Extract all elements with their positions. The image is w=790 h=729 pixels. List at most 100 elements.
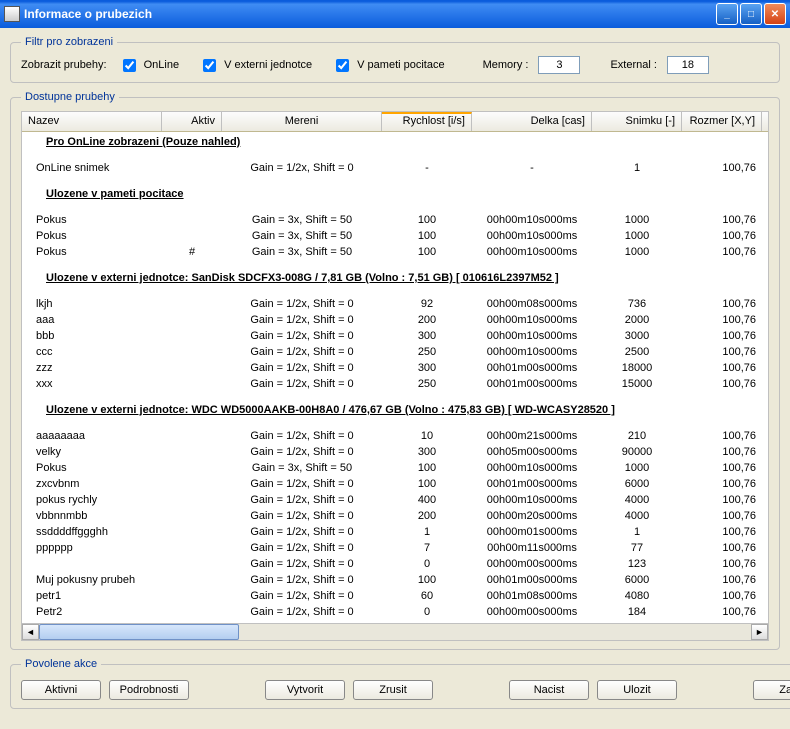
table-row[interactable]: zxcvbnmGain = 1/2x, Shift = 010000h01m00… [22,476,768,492]
cell: aaaaaaaa [22,429,162,443]
col-delka[interactable]: Delka [cas] [472,112,592,131]
cell [162,509,222,523]
table-row[interactable]: zzzGain = 1/2x, Shift = 030000h01m00s000… [22,360,768,376]
vytvorit-button[interactable]: Vytvorit [265,680,345,700]
scroll-right-icon[interactable]: ► [751,624,768,640]
cell: lkjh [22,297,162,311]
cell: 100,76 [682,541,762,555]
cell: 0 [382,605,472,619]
cell: xxx [22,377,162,391]
scroll-left-icon[interactable]: ◄ [22,624,39,640]
cell: 100 [382,461,472,475]
table-row[interactable]: velkyGain = 1/2x, Shift = 030000h05m00s0… [22,444,768,460]
col-mereni[interactable]: Mereni [222,112,382,131]
table-row[interactable]: Muj pokusny prubehGain = 1/2x, Shift = 0… [22,572,768,588]
filter-legend: Filtr pro zobrazeni [21,36,117,48]
external-field[interactable] [667,56,709,74]
col-rozmer[interactable]: Rozmer [X,Y] [682,112,762,131]
cell: 100 [382,229,472,243]
cell [162,229,222,243]
table-row[interactable]: ssddddffggghhGain = 1/2x, Shift = 0100h0… [22,524,768,540]
table-row[interactable]: petr1Gain = 1/2x, Shift = 06000h01m08s00… [22,588,768,604]
table-row[interactable]: aaaGain = 1/2x, Shift = 020000h00m10s000… [22,312,768,328]
cell: 1000 [592,213,682,227]
col-nazev[interactable]: Nazev [22,112,162,131]
table-row[interactable]: lkjhGain = 1/2x, Shift = 09200h00m08s000… [22,296,768,312]
cell [162,557,222,571]
table-row[interactable]: xxxGain = 1/2x, Shift = 025000h01m00s000… [22,376,768,392]
cell: 100,76 [682,429,762,443]
minimize-button[interactable]: _ [716,3,738,25]
table-row[interactable]: pokus rychlyGain = 1/2x, Shift = 040000h… [22,492,768,508]
cell [162,345,222,359]
col-rychlost[interactable]: Rychlost [i/s] [382,112,472,131]
table-row[interactable]: bbbGain = 1/2x, Shift = 030000h00m10s000… [22,328,768,344]
close-button[interactable]: ✕ [764,3,786,25]
maximize-button[interactable]: □ [740,3,762,25]
cell: 100,76 [682,509,762,523]
table-row[interactable]: aaaaaaaaGain = 1/2x, Shift = 01000h00m21… [22,428,768,444]
vexterni-checkbox[interactable] [203,59,216,72]
ulozit-button[interactable]: Ulozit [597,680,677,700]
zobrazit-label: Zobrazit prubehy: [21,59,107,71]
cell: 100,76 [682,477,762,491]
aktivni-button[interactable]: Aktivni [21,680,101,700]
table-row[interactable]: PokusGain = 3x, Shift = 5010000h00m10s00… [22,460,768,476]
podrobnosti-button[interactable]: Podrobnosti [109,680,189,700]
cell: Gain = 1/2x, Shift = 0 [222,161,382,175]
horizontal-scrollbar[interactable]: ◄ ► [22,623,768,640]
memory-field[interactable] [538,56,580,74]
cell: 92 [382,297,472,311]
cell: bbb [22,329,162,343]
cell: 00h00m01s000ms [472,525,592,539]
cell: 00h00m11s000ms [472,541,592,555]
cell: 00h00m10s000ms [472,213,592,227]
cell: 00h00m00s000ms [472,605,592,619]
cell: 00h00m10s000ms [472,461,592,475]
table-row[interactable]: Petr2Gain = 1/2x, Shift = 0000h00m00s000… [22,604,768,620]
vexterni-checkbox-label: V externi jednotce [224,59,312,71]
table-row[interactable]: OnLine snimekGain = 1/2x, Shift = 0--110… [22,160,768,176]
grid-body[interactable]: Pro OnLine zobrazeni (Pouze nahled) OnLin… [22,132,768,622]
cell: 00h00m10s000ms [472,313,592,327]
cell: Gain = 1/2x, Shift = 0 [222,557,382,571]
scroll-track[interactable] [39,624,751,640]
cell: 60 [382,589,472,603]
cell: 00h01m00s000ms [472,377,592,391]
cell: 300 [382,361,472,375]
cell: Pokus [22,229,162,243]
cell: Gain = 3x, Shift = 50 [222,213,382,227]
col-snimku[interactable]: Snimku [-] [592,112,682,131]
vpameti-checkbox-label: V pameti pocitace [357,59,444,71]
cell: 100,76 [682,589,762,603]
zavrit-button[interactable]: Zavrit [753,680,790,700]
cell: 2000 [592,313,682,327]
table-row[interactable]: PokusGain = 3x, Shift = 5010000h00m10s00… [22,228,768,244]
table-row[interactable]: cccGain = 1/2x, Shift = 025000h00m10s000… [22,344,768,360]
scroll-thumb[interactable] [39,624,239,640]
cell [162,541,222,555]
cell: 4000 [592,509,682,523]
cell: Pokus [22,461,162,475]
vpameti-checkbox[interactable] [336,59,349,72]
nacist-button[interactable]: Nacist [509,680,589,700]
table-row[interactable]: Pokus#Gain = 3x, Shift = 5010000h00m10s0… [22,244,768,260]
cell: Gain = 1/2x, Shift = 0 [222,477,382,491]
cell: Gain = 1/2x, Shift = 0 [222,361,382,375]
online-checkbox[interactable] [123,59,136,72]
table-row[interactable]: PokusGain = 3x, Shift = 5010000h00m10s00… [22,212,768,228]
cell: Gain = 1/2x, Shift = 0 [222,313,382,327]
cell: 100,76 [682,573,762,587]
actions-groupbox: Povolene akce Aktivni Podrobnosti Vytvor… [10,658,790,709]
table-row[interactable]: Gain = 1/2x, Shift = 0000h00m00s000ms123… [22,556,768,572]
cell: 210 [592,429,682,443]
titlebar[interactable]: Informace o prubezich _ □ ✕ [0,0,790,28]
cell: 100,76 [682,493,762,507]
table-row[interactable]: ppppppGain = 1/2x, Shift = 0700h00m11s00… [22,540,768,556]
table-row[interactable]: vbbnnmbbGain = 1/2x, Shift = 020000h00m2… [22,508,768,524]
col-aktiv[interactable]: Aktiv [162,112,222,131]
zrusit-button[interactable]: Zrusit [353,680,433,700]
cell [162,525,222,539]
section-header: Pro OnLine zobrazeni (Pouze nahled) [22,132,768,152]
cell: ssddddffggghh [22,525,162,539]
